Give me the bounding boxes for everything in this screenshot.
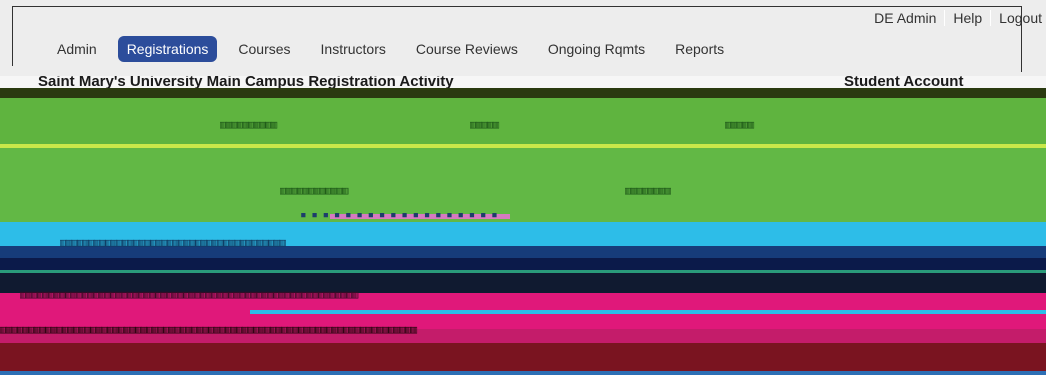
user-name-link[interactable]: DE Admin xyxy=(874,10,936,26)
logout-link[interactable]: Logout xyxy=(999,10,1042,26)
nav-registrations[interactable]: Registrations xyxy=(117,36,218,62)
glitch-band-blue-bottom xyxy=(0,371,1046,375)
nav-courses[interactable]: Courses xyxy=(229,36,299,62)
main-nav: Admin Registrations Courses Instructors … xyxy=(48,36,745,62)
nav-instructors[interactable]: Instructors xyxy=(312,36,395,62)
glitch-noise: ▥▥▥▥▥▥▥▥▥▥▥▥▥▥▥▥▥▥▥▥▥▥▥▥▥▥▥▥▥▥▥▥▥▥▥▥▥▥▥▥ xyxy=(60,236,286,249)
nav-admin[interactable]: Admin xyxy=(48,36,106,62)
top-header: DE Admin Help Logout Admin Registrations… xyxy=(0,0,1046,88)
glitch-noise: ▥▥▥▥▥ xyxy=(470,118,499,131)
nav-course-reviews[interactable]: Course Reviews xyxy=(407,36,527,62)
glitch-noise: ▥▥▥▥▥ xyxy=(725,118,754,131)
header-frame-left-line xyxy=(12,6,13,66)
corrupted-content-area: ▥▥▥▥▥▥▥▥▥▥ ▥▥▥▥▥ ▥▥▥▥▥ ▥▥▥▥▥▥▥▥▥▥▥▥ ▥▥▥▥… xyxy=(0,88,1046,375)
glitch-noise: ▥▥▥▥▥▥▥▥▥▥▥▥▥▥▥▥▥▥▥▥▥▥▥▥▥▥▥▥▥▥▥▥▥▥▥▥▥▥▥▥… xyxy=(0,323,417,336)
glitch-band-maroon xyxy=(0,343,1046,371)
header-frame-top-line xyxy=(12,6,1022,7)
nav-ongoing-rqmts[interactable]: Ongoing Rqmts xyxy=(539,36,654,62)
util-separator xyxy=(990,10,992,26)
nav-reports[interactable]: Reports xyxy=(666,36,733,62)
glitch-band-dark-top xyxy=(0,88,1046,98)
util-separator xyxy=(944,10,946,26)
glitch-band-black xyxy=(0,258,1046,270)
glitch-noise: ▥▥▥▥▥▥▥▥▥▥ xyxy=(220,118,277,131)
glitch-noise: ▥▥▥▥▥▥▥▥▥▥▥▥▥▥▥▥▥▥▥▥▥▥▥▥▥▥▥▥▥▥▥▥▥▥▥▥▥▥▥▥… xyxy=(20,288,358,301)
glitch-band-green-2 xyxy=(0,148,1046,222)
glitch-noise: ▥▥▥▥▥▥▥▥▥▥▥▥ xyxy=(280,184,348,197)
utility-links: DE Admin Help Logout xyxy=(874,10,1042,26)
help-link[interactable]: Help xyxy=(953,10,982,26)
glitch-noise: ▥▥▥▥▥▥▥▥ xyxy=(625,184,671,197)
glitch-band-green-1 xyxy=(0,98,1046,146)
glitch-band-cyan-thin xyxy=(250,310,1046,314)
glitch-noise: ▪ ▪ ▪ ▪ ▪ ▪ ▪ ▪ ▪ ▪ ▪ ▪ ▪ ▪ ▪ ▪ ▪ ▪ xyxy=(300,208,498,221)
